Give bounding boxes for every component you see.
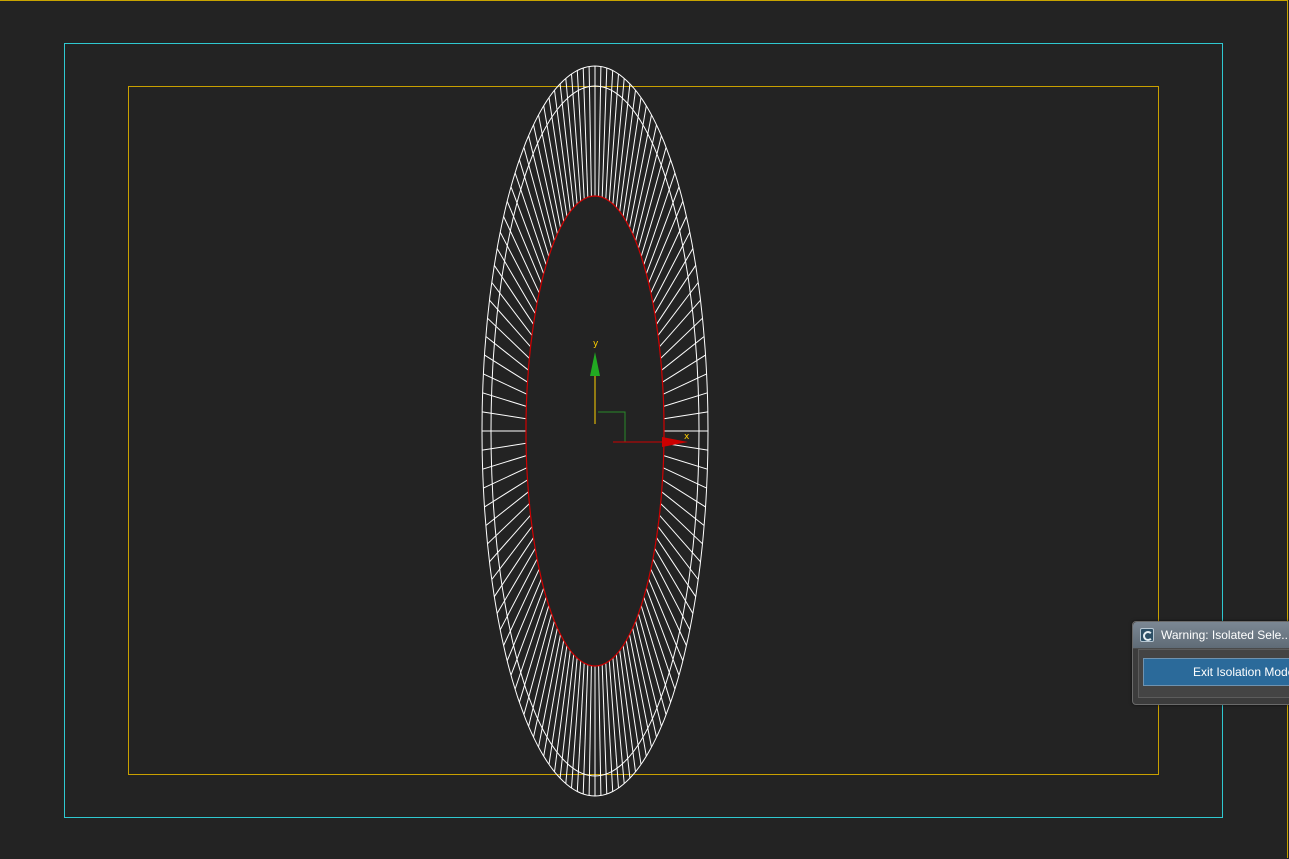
mesh-edge	[493, 265, 534, 325]
lens-mesh[interactable]	[481, 65, 709, 797]
mesh-edge	[482, 411, 527, 420]
mesh-edge	[625, 640, 647, 757]
mesh-edge	[482, 392, 527, 407]
mesh-edge	[485, 336, 529, 371]
mesh-edge	[654, 248, 694, 314]
mesh-edge	[608, 73, 619, 202]
gizmo-y-label: y	[593, 339, 599, 349]
dialog-title: Warning: Isolated Sele...	[1161, 628, 1289, 642]
mesh-edge	[661, 491, 705, 526]
dialog-titlebar[interactable]: Warning: Isolated Sele...	[1133, 622, 1289, 649]
mesh-edge	[482, 455, 527, 470]
mesh-edge	[484, 354, 528, 383]
mesh-edge	[656, 537, 697, 597]
mesh-edge	[629, 634, 652, 748]
mesh-edge	[483, 467, 528, 489]
mesh-edge	[571, 660, 582, 789]
mesh-edge	[654, 548, 694, 614]
mesh-edge	[493, 537, 534, 597]
mesh-edge	[656, 265, 697, 325]
mesh-edge	[543, 640, 565, 757]
mesh-edge	[662, 354, 706, 383]
mesh-edge	[496, 548, 536, 614]
mesh-selected-edge-loop	[525, 195, 665, 667]
wireframe-scene: y x	[481, 65, 709, 797]
mesh-edge	[496, 248, 536, 314]
isolation-warning-dialog[interactable]: Warning: Isolated Sele... Exit Isolation…	[1132, 621, 1289, 705]
mesh-edge	[483, 373, 528, 395]
gizmo-y-arrow[interactable]	[590, 352, 600, 376]
mesh-edge	[629, 114, 652, 228]
mesh-edge	[571, 73, 582, 202]
exit-isolation-button[interactable]: Exit Isolation Mode	[1143, 658, 1289, 686]
mesh-edge	[663, 411, 708, 420]
mesh-edge	[662, 373, 707, 395]
mesh-edge	[538, 114, 561, 228]
mesh-edge	[608, 660, 619, 789]
viewport[interactable]: y x	[0, 0, 1289, 859]
mesh-edge	[543, 105, 565, 222]
gizmo-x-label: x	[684, 432, 690, 442]
mesh-edge	[661, 336, 705, 371]
mesh-edge	[662, 479, 706, 508]
mesh-edge	[482, 442, 527, 451]
app-logo-icon	[1140, 628, 1154, 642]
mesh-edge	[538, 634, 561, 748]
mesh-edge	[484, 479, 528, 508]
mesh-edge	[485, 491, 529, 526]
mesh-edge	[662, 467, 707, 489]
mesh-edge	[663, 392, 708, 407]
mesh-edge	[625, 105, 647, 222]
gizmo-plane-handle[interactable]	[598, 411, 626, 442]
mesh-edge	[663, 455, 708, 470]
